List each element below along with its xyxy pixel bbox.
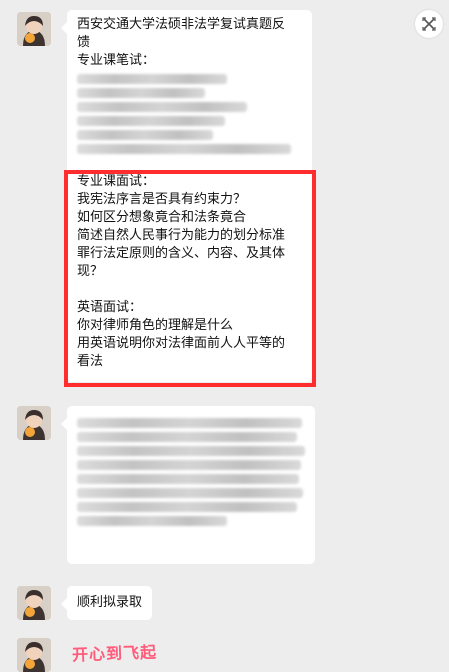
avatar[interactable] (17, 406, 51, 440)
message-text: 现？ (77, 264, 104, 279)
sticker-text: 开心到飞起 (71, 642, 158, 665)
message-text: 顺利拟录取 (77, 595, 143, 610)
message-text: 如何区分想象竟合和法条竟合 (77, 210, 247, 225)
avatar[interactable] (17, 12, 51, 46)
message-text: 看法 (77, 354, 104, 369)
message-text: 我宪法序言是否具有约束力？ (77, 192, 247, 207)
close-icon[interactable] (415, 10, 443, 38)
message-text: 你对律师角色的理解是什么 (77, 318, 234, 333)
blurred-content (77, 418, 305, 526)
close-glyph (422, 17, 436, 31)
highlighted-section: 专业课面试： 我宪法序言是否具有约束力？ 如何区分想象竟合和法条竟合 简述自然人… (77, 173, 302, 371)
message-text (77, 281, 302, 299)
blurred-content (77, 74, 302, 154)
message-text: 西安交通大学法硕非法学复试真题反 (77, 17, 286, 32)
message-bubble-1[interactable]: 西安交通大学法硕非法学复试真题反 馈 专业课笔试： 专业课面试： 我宪法序言是否… (61, 10, 312, 382)
message-text: 罪行法定原则的含义、内容、及其体 (77, 246, 286, 261)
avatar[interactable] (17, 586, 51, 620)
message-text: 简述自然人民事行为能力的划分标准 (77, 228, 286, 243)
message-text: 用英语说明你对法律面前人人平等的 (77, 336, 286, 351)
message-text: 英语面试： (77, 300, 143, 315)
message-bubble-2[interactable] (61, 406, 315, 564)
message-bubble-3[interactable]: 顺利拟录取 (60, 586, 153, 620)
message-text: 专业课面试： (77, 174, 156, 189)
message-text: 馈 (77, 35, 91, 50)
message-text: 专业课笔试： (77, 53, 156, 68)
sticker-message[interactable]: 开心到飞起 (72, 639, 158, 666)
